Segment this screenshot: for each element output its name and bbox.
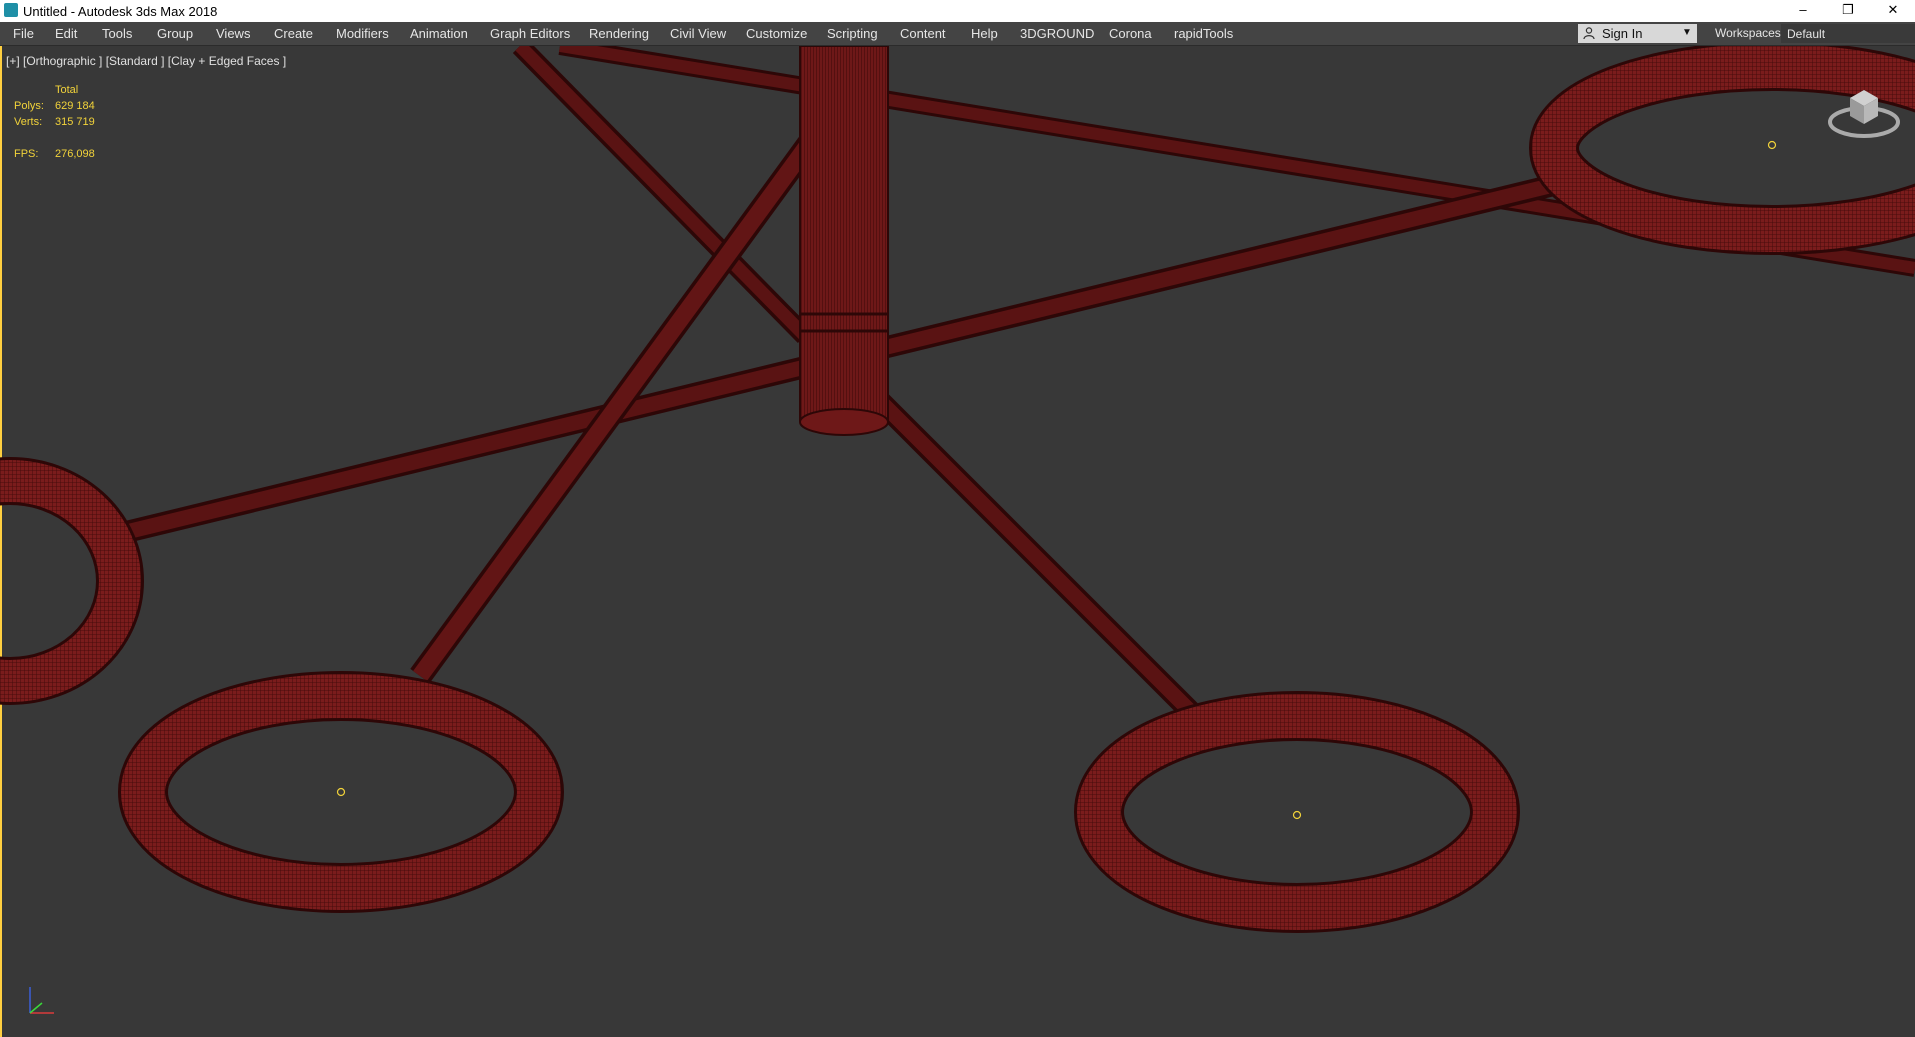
workspaces-label: Workspaces: xyxy=(1715,26,1785,40)
minimize-button[interactable]: – xyxy=(1781,0,1825,22)
viewport-label[interactable]: [+] [Orthographic ] [Standard ] [Clay + … xyxy=(6,54,286,68)
menu-create[interactable]: Create xyxy=(274,26,313,41)
stats-fps-value: 276,098 xyxy=(55,148,95,160)
rod-front-left[interactable] xyxy=(410,93,850,684)
pivot-marker xyxy=(1767,140,1777,150)
menu-group[interactable]: Group xyxy=(157,26,193,41)
menu-corona[interactable]: Corona xyxy=(1109,26,1152,41)
stats-verts-value: 315 719 xyxy=(55,116,95,128)
menu-scripting[interactable]: Scripting xyxy=(827,26,878,41)
close-button[interactable]: ✕ xyxy=(1871,0,1915,22)
stats-polys-label: Polys: xyxy=(14,100,44,112)
pivot-marker xyxy=(1292,810,1302,820)
menu-customize[interactable]: Customize xyxy=(746,26,807,41)
restore-button[interactable]: ❐ xyxy=(1826,0,1870,22)
menu-tools[interactable]: Tools xyxy=(102,26,132,41)
stats-fps-label: FPS: xyxy=(14,148,39,160)
viewport-scene[interactable] xyxy=(0,46,1915,1037)
user-icon xyxy=(1583,27,1595,39)
viewcube-icon[interactable] xyxy=(1826,78,1902,146)
workspace-value: Default xyxy=(1787,27,1826,41)
ring-front-left[interactable] xyxy=(118,671,564,913)
menu-content[interactable]: Content xyxy=(900,26,946,41)
menu-3dground[interactable]: 3DGROUND xyxy=(1020,26,1094,41)
menu-file[interactable]: File xyxy=(13,26,34,41)
menu-modifiers[interactable]: Modifiers xyxy=(336,26,389,41)
sign-in-label: Sign In xyxy=(1602,26,1643,41)
menu-views[interactable]: Views xyxy=(216,26,250,41)
axis-tripod-icon xyxy=(29,987,54,1014)
menu-help[interactable]: Help xyxy=(971,26,998,41)
stats-polys-value: 629 184 xyxy=(55,100,95,112)
workspace-select[interactable]: Default xyxy=(1781,24,1915,43)
stats-total-label: Total xyxy=(55,84,79,96)
menu-rendering[interactable]: Rendering xyxy=(589,26,649,41)
menu-rapidtools[interactable]: rapidTools xyxy=(1174,26,1233,41)
window-title: Untitled - Autodesk 3ds Max 2018 xyxy=(23,4,218,19)
center-column[interactable] xyxy=(799,46,889,436)
menu-edit[interactable]: Edit xyxy=(55,26,77,41)
app-icon xyxy=(4,3,18,17)
rod-front-right[interactable] xyxy=(842,363,1198,719)
title-bar: Untitled - Autodesk 3ds Max 2018 – ❐ ✕ xyxy=(0,0,1915,22)
ring-left[interactable] xyxy=(0,457,144,705)
stats-verts-label: Verts: xyxy=(14,116,43,128)
menu-animation[interactable]: Animation xyxy=(410,26,468,41)
sign-in-dropdown[interactable]: Sign In ▼ xyxy=(1578,24,1697,43)
menu-civil-view[interactable]: Civil View xyxy=(670,26,726,41)
menu-graph-editors[interactable]: Graph Editors xyxy=(490,26,570,41)
pivot-marker xyxy=(336,787,346,797)
chevron-down-icon: ▼ xyxy=(1682,27,1692,38)
